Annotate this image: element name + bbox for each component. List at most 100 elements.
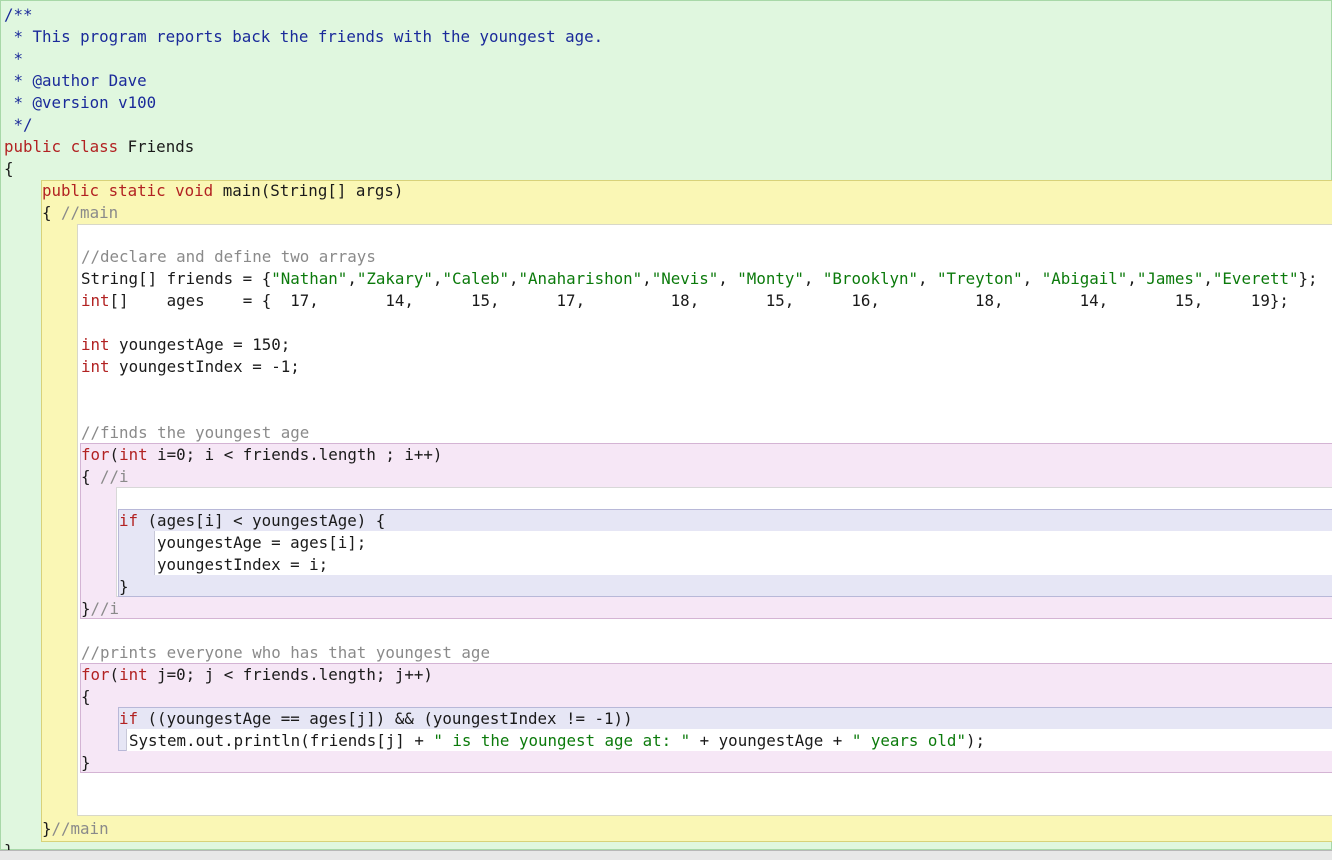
code-token: if: [119, 511, 139, 530]
code-token: ,: [347, 269, 357, 288]
code-token: ,: [918, 269, 938, 288]
code-token: (: [109, 665, 120, 684]
javadoc-blank: *: [4, 48, 24, 70]
code-token: " is the youngest age at: ": [433, 731, 691, 750]
class-declaration: public class Friends: [4, 136, 194, 158]
code-token: System.out.println(friends[j] +: [129, 731, 434, 750]
code-token: "Brooklyn": [822, 269, 919, 288]
code-token: "Monty": [737, 269, 804, 288]
code-token: int: [81, 291, 110, 310]
javadoc-open: /**: [4, 4, 33, 26]
assign-youngest-age: youngestAge = ages[i];: [157, 532, 366, 554]
code-token: i=0; i < friends.length ; i++): [147, 445, 443, 464]
code-token: {: [4, 159, 14, 178]
code-token: String[] friends = {: [81, 269, 272, 288]
youngest-index-decl: int youngestIndex = -1;: [81, 356, 300, 378]
assign-youngest-index: youngestIndex = i;: [157, 554, 328, 576]
code-token: int: [119, 665, 148, 684]
code-token: "Zakary": [356, 269, 433, 288]
code-token: int: [81, 357, 110, 376]
code-token: * @author Dave: [4, 71, 147, 90]
code-token: (: [109, 445, 120, 464]
code-token: //i: [100, 467, 129, 486]
code-token: (ages[i] < youngestAge) {: [138, 511, 386, 530]
code-token: */: [4, 115, 33, 134]
comment-prints: //prints everyone who has that youngest …: [81, 642, 490, 664]
method-signature: public static void main(String[] args): [42, 180, 403, 202]
for-j-close-brace: }: [81, 752, 91, 774]
code-token: //main: [51, 819, 109, 838]
code-token: * This program reports back the friends …: [4, 27, 604, 46]
code-token: ,: [803, 269, 823, 288]
code-token: }: [81, 753, 91, 772]
if-ages-header: if (ages[i] < youngestAge) {: [119, 510, 385, 532]
code-token: }: [42, 819, 52, 838]
code-token: }: [81, 599, 91, 618]
code-token: ,: [432, 269, 443, 288]
code-token: * @version v100: [4, 93, 157, 112]
code-token: };: [1298, 269, 1318, 288]
code-token: //finds the youngest age: [81, 423, 310, 442]
code-token: {: [81, 687, 91, 706]
code-token: youngestIndex = -1;: [109, 357, 300, 376]
if-youngest-header: if ((youngestAge == ages[j]) && (younges…: [119, 708, 633, 730]
code-token: + youngestAge +: [690, 731, 852, 750]
javadoc-close: */: [4, 114, 33, 136]
for-i-close-brace: }//i: [81, 598, 119, 620]
code-token: //main: [61, 203, 119, 222]
code-token: /**: [4, 5, 33, 24]
for-j-open-brace: {: [81, 686, 91, 708]
code-token: int: [81, 335, 110, 354]
for-i-open-brace: { //i: [81, 466, 129, 488]
editor-status-bar: [0, 850, 1332, 860]
if-close-brace: }: [119, 576, 129, 598]
javadoc-description: * This program reports back the friends …: [4, 26, 604, 48]
code-token: " years old": [851, 731, 966, 750]
code-token: "Treyton": [937, 269, 1023, 288]
code-token: int: [119, 445, 148, 464]
code-token: [] ages = { 17, 14, 15, 17, 18, 15, 16, …: [109, 291, 1289, 310]
code-token: {: [81, 467, 101, 486]
code-token: "Everett": [1212, 269, 1299, 288]
code-token: {: [42, 203, 62, 222]
code-token: youngestAge = 150;: [109, 335, 291, 354]
code-token: ,: [509, 269, 519, 288]
code-token: ,: [642, 269, 652, 288]
javadoc-version: * @version v100: [4, 92, 157, 114]
code-token: }: [119, 577, 129, 596]
code-token: );: [965, 731, 985, 750]
code-token: "Anaharishon": [518, 269, 643, 288]
code-token: for: [81, 445, 110, 464]
javadoc-author: * @author Dave: [4, 70, 147, 92]
code-token: "Nevis": [651, 269, 719, 288]
code-token: "Abigail": [1041, 269, 1128, 288]
comment-finds: //finds the youngest age: [81, 422, 309, 444]
code-token: ,: [1127, 269, 1137, 288]
code-token: *: [4, 49, 24, 68]
code-token: youngestAge = ages[i];: [157, 533, 367, 552]
code-token: Friends: [118, 137, 195, 156]
code-token: if: [119, 709, 139, 728]
code-token: main(String[] args): [213, 181, 404, 200]
code-token: ,: [718, 269, 738, 288]
friends-array-line: String[] friends = {"Nathan","Zakary","C…: [81, 268, 1318, 290]
for-j-header: for(int j=0; j < friends.length; j++): [81, 664, 433, 686]
method-close-brace: }//main: [42, 818, 109, 840]
code-token: ,: [1022, 269, 1042, 288]
code-token: public class: [4, 137, 119, 156]
code-token: public static void: [42, 181, 214, 200]
code-token: ((youngestAge == ages[j]) && (youngestIn…: [138, 709, 633, 728]
youngest-age-decl: int youngestAge = 150;: [81, 334, 290, 356]
println-statement: System.out.println(friends[j] + " is the…: [129, 730, 985, 752]
code-token: for: [81, 665, 110, 684]
code-token: //declare and define two arrays: [81, 247, 376, 266]
code-token: "Nathan": [271, 269, 348, 288]
ages-array-line: int[] ages = { 17, 14, 15, 17, 18, 15, 1…: [81, 290, 1289, 312]
code-token: "James": [1136, 269, 1204, 288]
code-token: "Caleb": [442, 269, 510, 288]
code-token: youngestIndex = i;: [157, 555, 329, 574]
class-open-brace: {: [4, 158, 14, 180]
code-token: ,: [1203, 269, 1213, 288]
for-i-header: for(int i=0; i < friends.length ; i++): [81, 444, 442, 466]
method-open-brace: { //main: [42, 202, 118, 224]
